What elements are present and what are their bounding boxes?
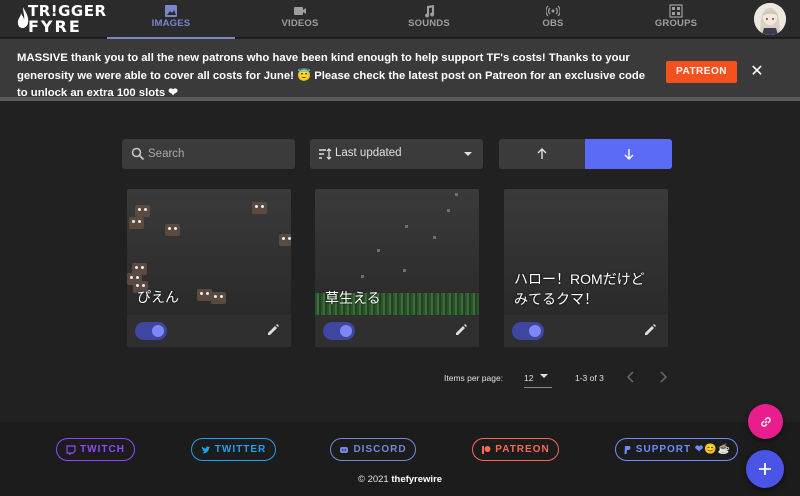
edit-pencil-icon[interactable] [454,323,468,337]
card-title: 草生える [325,290,381,306]
enable-toggle[interactable] [512,322,544,340]
tab-sounds[interactable]: SOUNDS [365,0,493,38]
card-footer [504,315,668,347]
tab-videos[interactable]: VIDEOS [236,0,364,38]
patreon-icon [482,445,491,454]
footer-twitter-link[interactable]: TWITTER [191,438,276,461]
tab-videos-label: VIDEOS [281,18,319,29]
enable-toggle[interactable] [323,322,355,340]
banner-patreon-button[interactable]: PATREON [666,61,737,83]
plus-icon [759,463,771,475]
top-nav: TR!GGER FYRE IMAGES VIDEOS SOUNDS OBS GR… [0,0,800,39]
image-card[interactable]: 草生える [315,189,479,347]
card-footer [127,315,291,347]
next-page-button[interactable] [658,371,668,385]
footer-support-label: SUPPORT ❤😊☕ [635,444,732,455]
search-input[interactable] [148,139,288,169]
card-title: ぴえん [137,289,179,305]
tab-groups-label: GROUPS [654,18,698,29]
logo-text-bottom: FYRE [28,17,82,36]
items-per-page-label: Items per page: [444,373,504,383]
toggle-knob [152,325,164,337]
pagination-range: 1-3 of 3 [575,373,604,383]
image-icon [165,5,177,17]
arrow-up-icon [537,148,547,159]
footer-discord-link[interactable]: DISCORD [330,438,416,461]
enable-toggle[interactable] [135,322,167,340]
image-card[interactable]: ハロー！ROMだけどみてるクマ！ [504,189,668,347]
footer-discord-label: DISCORD [353,444,407,455]
card-thumbnail[interactable]: ぴえん [127,189,291,315]
card-thumbnail[interactable]: 草生える [315,189,479,315]
toggle-knob [340,325,352,337]
tab-obs[interactable]: OBS [489,0,617,38]
footer-twitch-link[interactable]: TWITCH [56,438,135,461]
chevron-left-icon [626,371,634,383]
copyright: © 2021 thefyrewire [0,474,800,485]
sort-select[interactable]: Last updated [310,139,483,169]
grid-icon [669,4,683,18]
edit-pencil-icon[interactable] [266,323,280,337]
copyright-year: © 2021 [357,474,389,485]
sort-descending-button[interactable] [585,139,672,169]
items-per-page-value: 12 [524,373,534,383]
footer-twitch-label: TWITCH [80,444,125,455]
tab-images-label: IMAGES [151,18,191,29]
user-avatar[interactable] [754,3,786,35]
footer: TWITCH TWITTER DISCORD PATREON SUPPORT ❤… [0,422,800,496]
add-item-fab[interactable] [746,450,784,488]
discord-icon [340,446,349,453]
twitch-icon [66,444,76,455]
search-icon [131,147,145,161]
card-footer [315,315,479,347]
items-per-page-select[interactable]: 12 [524,368,552,388]
chevron-down-icon [540,374,548,378]
card-thumbnail[interactable]: ハロー！ROMだけどみてるクマ！ [504,189,668,315]
copyright-owner-link[interactable]: thefyrewire [391,474,442,485]
twitter-icon [201,446,211,453]
chevron-right-icon [660,371,668,383]
banner-close-button[interactable]: ✕ [748,63,766,81]
link-icon [760,416,771,427]
copy-link-fab[interactable] [748,404,783,439]
arrow-down-icon [624,149,633,160]
search-box [122,139,295,169]
paypal-icon [624,445,631,454]
image-card[interactable]: ぴえん [127,189,291,347]
sort-ascending-button[interactable] [499,139,585,169]
sort-icon [319,148,332,160]
footer-support-link[interactable]: SUPPORT ❤😊☕ [615,438,738,461]
banner-message: MASSIVE thank you to all the new patrons… [17,52,646,99]
previous-page-button[interactable] [626,371,636,385]
footer-twitter-label: TWITTER [214,444,267,455]
music-note-icon [425,5,435,18]
sort-value: Last updated [335,147,402,159]
footer-patreon-link[interactable]: PATREON [472,438,559,461]
card-title: ハロー！ROMだけどみてるクマ！ [514,271,645,307]
broadcast-icon [546,5,560,17]
tab-groups[interactable]: GROUPS [612,0,740,38]
toggle-knob [529,325,541,337]
trigger-fyre-logo[interactable]: TR!GGER FYRE [16,4,106,36]
video-icon [294,7,306,15]
tab-images[interactable]: IMAGES [107,0,235,39]
chevron-down-icon [464,152,472,156]
tab-obs-label: OBS [542,18,564,29]
footer-patreon-label: PATREON [495,444,550,455]
edit-pencil-icon[interactable] [643,323,657,337]
tab-sounds-label: SOUNDS [408,18,450,29]
